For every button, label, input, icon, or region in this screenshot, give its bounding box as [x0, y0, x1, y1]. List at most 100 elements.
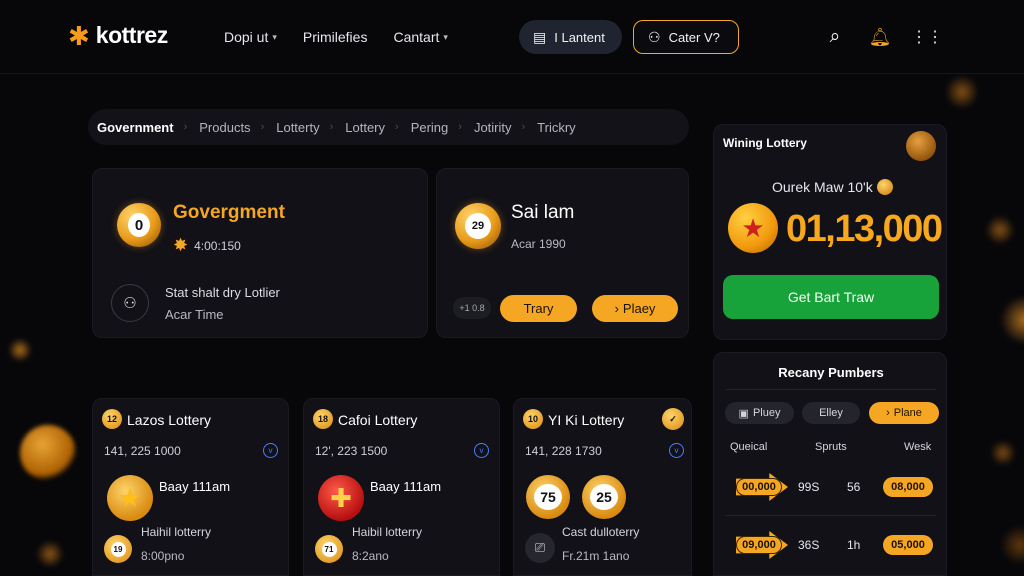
tab-elley[interactable]: Elley: [802, 402, 860, 424]
bokeh-orb: [8, 338, 32, 362]
info-icon[interactable]: v: [474, 443, 489, 458]
table-cell: 56: [847, 480, 861, 494]
star-ball-icon: ★: [728, 203, 778, 253]
bokeh-orb: [945, 75, 979, 109]
nav-link-label: Cantart: [393, 29, 440, 45]
star-badge-icon: ✸: [173, 235, 189, 255]
cater-button[interactable]: ⚇ Cater V?: [633, 20, 739, 54]
breadcrumb-item[interactable]: Jotirity: [474, 120, 512, 135]
panel-title: Wining Lottery: [723, 136, 807, 150]
user-icon[interactable]: ⚇: [111, 284, 149, 322]
breadcrumb-separator-icon: ›: [329, 121, 334, 133]
panel-title: Recany Pumbers: [778, 365, 884, 380]
lock-icon: ▣: [738, 407, 749, 420]
bokeh-orb: [36, 540, 64, 568]
play-button[interactable]: › Plaey: [592, 295, 678, 322]
document-icon: ▤: [533, 28, 547, 45]
lottery-card-lazos[interactable]: 12 Lazos Lottery 141, 225 1000 v ★ Baay …: [92, 398, 289, 576]
coin-icon: [876, 179, 893, 195]
trary-button[interactable]: Trary: [500, 295, 577, 322]
draw-time: Baay 111am: [159, 479, 231, 494]
column-header: Spruts: [815, 441, 847, 453]
breadcrumb-item[interactable]: Products: [199, 120, 250, 135]
nav-link-cantart[interactable]: Cantart ▾: [393, 29, 447, 45]
chevron-right-icon: ›: [886, 407, 890, 419]
card-time: ✸ 4:00:150: [173, 235, 241, 255]
government-lottery-card[interactable]: 0 Govergment ✸ 4:00:150 ⚇ Stat shalt dry…: [92, 168, 428, 338]
cater-button-label: Cater V?: [668, 29, 720, 45]
divider: [726, 515, 936, 516]
sai-lam-card: 29 Sai lam Acar 1990 +1 0.8 Trary › Plae…: [436, 168, 689, 338]
chevron-right-icon: ›: [614, 301, 619, 316]
recent-numbers-panel: Recany Pumbers ▣ Pluey Elley › Plane Que…: [713, 352, 947, 576]
bell-icon[interactable]: 🔔︎: [868, 25, 892, 49]
ticket-icon[interactable]: ⎚: [525, 533, 555, 563]
lottery-badge-icon: 12: [102, 409, 122, 429]
lottery-name: Lazos Lottery: [127, 412, 212, 428]
brand-logo[interactable]: ✱ kottrez: [68, 22, 168, 49]
lottery-subtitle: Haibil lotterry: [352, 525, 423, 539]
tab-plane[interactable]: › Plane: [869, 402, 939, 424]
tab-pluey[interactable]: ▣ Pluey: [725, 402, 794, 424]
brand-name: kottrez: [95, 22, 168, 48]
card-title: Sai lam: [511, 202, 575, 223]
lottery-badge-icon: 10: [523, 409, 543, 429]
lottery-subtitle: Cast dulloterry: [562, 525, 640, 539]
lottery-ball-icon: 0: [117, 203, 161, 247]
lottery-ball-icon: 25: [582, 475, 626, 519]
info-icon[interactable]: v: [669, 443, 684, 458]
mini-badge: +1 0.8: [453, 297, 491, 319]
breadcrumb-separator-icon: ›: [183, 121, 188, 133]
breadcrumb-item[interactable]: Lottery: [345, 120, 385, 135]
lottery-ball-icon: 19: [104, 535, 132, 563]
lottery-time: Fr.21m 1ano: [562, 549, 630, 563]
draw-time: Baay 111am: [370, 479, 442, 494]
search-icon[interactable]: ⌕: [823, 25, 847, 49]
lottery-numbers: 12', 223 1500: [315, 444, 388, 458]
card-description: Stat shalt dry Lotlier: [165, 285, 280, 300]
lottery-card-cafoi[interactable]: 18 Cafoi Lottery 12', 223 1500 v ✚ Baay …: [303, 398, 500, 576]
launch-button[interactable]: ▤ I Lantent: [519, 20, 622, 54]
card-subtext: Acar Time: [165, 307, 224, 322]
winning-lottery-panel: Wining Lottery Ourek Maw 10'k ★ 01,13,00…: [713, 124, 947, 340]
coin-icon: ✓: [662, 408, 684, 430]
lottery-subtitle: Haihil lotterry: [141, 525, 212, 539]
lottery-card-yi-ki[interactable]: 10 YI Ki Lottery ✓ 141, 228 1730 v 75 25…: [513, 398, 692, 576]
lottery-ball-icon: 75: [526, 475, 570, 519]
star-ball-icon: ★: [107, 475, 153, 521]
bokeh-orb: [20, 425, 76, 481]
chevron-down-icon: ▾: [443, 31, 448, 42]
grid-icon[interactable]: ⋮⋮: [911, 25, 943, 49]
bokeh-orb: [1000, 525, 1024, 565]
breadcrumb-item[interactable]: Lotterty: [276, 120, 319, 135]
lottery-numbers: 141, 228 1730: [525, 444, 602, 458]
nav-link-primilefies[interactable]: Primilefies: [303, 29, 368, 45]
logo-star-icon: ✱: [68, 20, 90, 51]
bokeh-orb: [990, 440, 1016, 466]
table-row[interactable]: 00,000 99S 56 08,000: [714, 467, 948, 507]
lottery-time: 8:00pno: [141, 549, 185, 563]
breadcrumb-item[interactable]: Government: [97, 120, 174, 135]
orb-icon: [906, 131, 936, 161]
breadcrumb-item[interactable]: Pering: [411, 120, 449, 135]
jackpot-label: Ourek Maw 10'k: [772, 179, 893, 195]
breadcrumb-item[interactable]: Trickry: [537, 120, 576, 135]
divider: [726, 389, 936, 390]
breadcrumb-separator-icon: ›: [458, 121, 462, 133]
get-draw-button[interactable]: Get Bart Traw: [723, 275, 939, 319]
main-nav: Dopi ut ▾ Primilefies Cantart ▾: [224, 29, 448, 45]
breadcrumb: Government › Products › Lotterty › Lotte…: [88, 109, 689, 145]
info-icon[interactable]: v: [263, 443, 278, 458]
column-header: Queical: [730, 441, 768, 453]
bokeh-orb: [1000, 295, 1024, 345]
column-header: Wesk: [904, 441, 932, 453]
number-arrow-badge: 09,000: [736, 531, 788, 559]
table-row[interactable]: 09,000 36S 1h 05,000: [714, 525, 948, 565]
card-title: Govergment: [173, 202, 285, 223]
breadcrumb-separator-icon: ›: [260, 121, 265, 133]
table-cell: 1h: [847, 538, 861, 552]
card-subtitle: Acar 1990: [511, 237, 566, 251]
number-arrow-badge: 00,000: [736, 473, 788, 501]
nav-link-dopi-ut[interactable]: Dopi ut ▾: [224, 29, 277, 45]
bokeh-orb: [985, 215, 1015, 245]
